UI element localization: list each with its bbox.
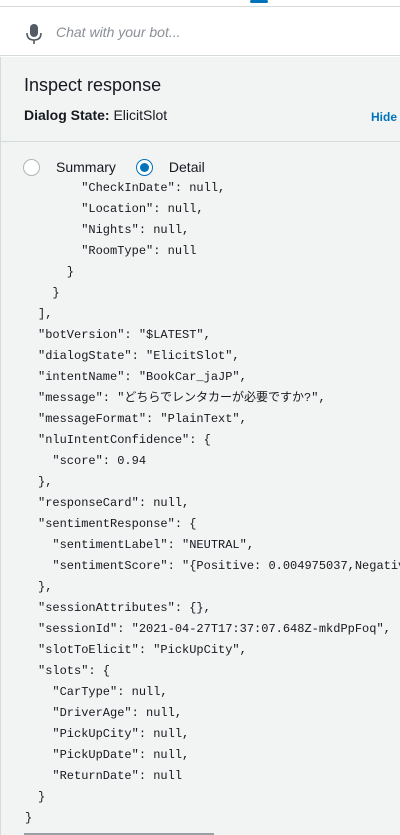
json-line: "dialogState": "ElicitSlot", <box>38 349 240 363</box>
dialog-state-label: Dialog State: <box>24 107 110 123</box>
json-line: "sentimentLabel": "NEUTRAL", <box>38 538 255 552</box>
json-line: "slotToElicit": "PickUpCity", <box>38 643 247 657</box>
json-line: "botVersion": "$LATEST", <box>38 328 211 342</box>
json-line: "nluIntentConfidence": { <box>38 433 211 447</box>
json-line: "ReturnDate": null <box>38 769 183 783</box>
json-line: } <box>38 265 75 279</box>
json-line: "Location": null, <box>38 202 204 216</box>
json-line: "intentName": "BookCar_jaJP", <box>38 370 247 384</box>
microphone-icon[interactable] <box>24 23 44 45</box>
json-line: "slots": { <box>38 664 111 678</box>
json-line: "sentimentResponse": { <box>38 517 197 531</box>
panel-title: Inspect response <box>24 75 162 95</box>
json-line: "sentimentScore": "{Positive: 0.00497503… <box>38 559 400 573</box>
json-line: "sessionAttributes": {}, <box>38 601 211 615</box>
json-line: "sessionId": "2021-04-27T17:37:07.648Z-m… <box>38 622 391 636</box>
json-line: } <box>38 790 46 804</box>
detail-radio-label[interactable]: Detail <box>169 159 205 175</box>
json-line: "DriverAge": null, <box>38 706 183 720</box>
detail-radio[interactable] <box>135 158 153 176</box>
dialog-state-value: ElicitSlot <box>113 107 168 123</box>
json-line: "CheckInDate": null, <box>38 181 226 195</box>
top-accent <box>250 0 268 3</box>
json-line: "responseCard": null, <box>38 496 190 510</box>
json-response-viewer[interactable]: "CheckInDate": null, "Location": null, "… <box>1 174 400 834</box>
json-line: } <box>25 811 33 825</box>
chat-input[interactable] <box>56 19 386 45</box>
json-line: "score": 0.94 <box>38 454 147 468</box>
json-line: "CarType": null, <box>38 685 168 699</box>
json-line: "messageFormat": "PlainText", <box>38 412 247 426</box>
hide-link[interactable]: Hide <box>371 110 397 124</box>
json-line: "message": "どちらでレンタカーが必要ですか?", <box>38 391 326 405</box>
divider <box>1 141 400 142</box>
summary-radio[interactable] <box>23 158 40 176</box>
dialog-state: Dialog State: ElicitSlot <box>24 107 167 123</box>
summary-radio-label[interactable]: Summary <box>56 159 116 175</box>
json-line: ], <box>38 307 53 321</box>
chat-bar <box>0 6 400 56</box>
json-line: "PickUpCity": null, <box>38 727 190 741</box>
inspect-response-panel: Inspect response Dialog State: ElicitSlo… <box>0 57 400 835</box>
json-line: "PickUpDate": null, <box>38 748 190 762</box>
json-line: "RoomType": null <box>38 244 197 258</box>
json-line: }, <box>38 580 53 594</box>
json-line: "Nights": null, <box>38 223 190 237</box>
json-line: }, <box>38 475 53 489</box>
json-line: } <box>38 286 60 300</box>
